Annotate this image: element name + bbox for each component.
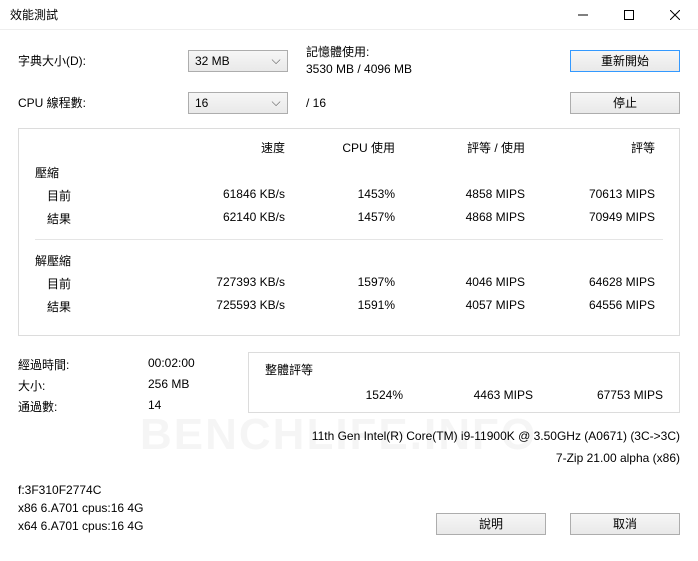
minimize-button[interactable] <box>560 0 606 30</box>
memory-value: 3530 MB / 4096 MB <box>306 61 570 78</box>
size-label: 大小: <box>18 377 148 394</box>
decompress-result-row: 結果 725593 KB/s 1591% 4057 MIPS 64556 MIP… <box>35 298 663 315</box>
stop-button[interactable]: 停止 <box>570 92 680 114</box>
titlebar: 效能測試 <box>0 0 698 30</box>
chevron-down-icon: ⌵ <box>269 53 283 68</box>
sysinfo-line2: x86 6.A701 cpus:16 4G <box>18 499 436 517</box>
cell-speed: 727393 KB/s <box>155 275 285 292</box>
window-title: 效能測試 <box>10 6 560 23</box>
cell-ru: 4057 MIPS <box>395 298 525 315</box>
restart-button[interactable]: 重新開始 <box>570 50 680 72</box>
compress-section-label: 壓縮 <box>35 164 663 181</box>
help-button[interactable]: 說明 <box>436 513 546 535</box>
dict-size-label: 字典大小(D): <box>18 52 188 69</box>
compress-result-row: 結果 62140 KB/s 1457% 4868 MIPS 70949 MIPS <box>35 210 663 227</box>
overall-cpu: 1524% <box>293 388 403 402</box>
cell-rating: 64628 MIPS <box>525 275 655 292</box>
passes-label: 通過數: <box>18 398 148 415</box>
cell-rating: 70949 MIPS <box>525 210 655 227</box>
cell-speed: 725593 KB/s <box>155 298 285 315</box>
cell-cpu: 1597% <box>285 275 395 292</box>
sysinfo-line3: x64 6.A701 cpus:16 4G <box>18 517 436 535</box>
results-panel: 速度 CPU 使用 評等 / 使用 評等 壓縮 目前 61846 KB/s 14… <box>18 128 680 336</box>
cell-speed: 61846 KB/s <box>155 187 285 204</box>
cell-rating: 70613 MIPS <box>525 187 655 204</box>
threads-total: / 16 <box>288 96 408 110</box>
threads-value: 16 <box>195 96 208 110</box>
overall-ru: 4463 MIPS <box>403 388 533 402</box>
cancel-button[interactable]: 取消 <box>570 513 680 535</box>
chevron-down-icon: ⌵ <box>269 95 283 110</box>
header-rating-usage: 評等 / 使用 <box>395 139 525 156</box>
overall-rating: 67753 MIPS <box>533 388 663 402</box>
header-rating: 評等 <box>525 139 655 156</box>
size-value: 256 MB <box>148 377 189 394</box>
cell-cpu: 1591% <box>285 298 395 315</box>
decompress-section-label: 解壓縮 <box>35 252 663 269</box>
cell-cpu: 1457% <box>285 210 395 227</box>
header-speed: 速度 <box>155 139 285 156</box>
cell-ru: 4858 MIPS <box>395 187 525 204</box>
row-label: 目前 <box>35 275 155 292</box>
cell-speed: 62140 KB/s <box>155 210 285 227</box>
compress-current-row: 目前 61846 KB/s 1453% 4858 MIPS 70613 MIPS <box>35 187 663 204</box>
row-label: 結果 <box>35 210 155 227</box>
threads-label: CPU 線程數: <box>18 94 188 111</box>
cell-rating: 64556 MIPS <box>525 298 655 315</box>
memory-label: 記憶體使用: <box>306 44 570 61</box>
watermark: BENCHLIFE.INFO <box>140 410 537 460</box>
header-cpu-usage: CPU 使用 <box>285 139 395 156</box>
dict-size-select[interactable]: 32 MB ⌵ <box>188 50 288 72</box>
cell-cpu: 1453% <box>285 187 395 204</box>
row-label: 目前 <box>35 187 155 204</box>
close-button[interactable] <box>652 0 698 30</box>
overall-panel: 整體評等 1524% 4463 MIPS 67753 MIPS <box>248 352 680 413</box>
divider <box>35 239 663 240</box>
maximize-button[interactable] <box>606 0 652 30</box>
overall-label: 整體評等 <box>265 361 663 378</box>
cell-ru: 4868 MIPS <box>395 210 525 227</box>
row-label: 結果 <box>35 298 155 315</box>
sysinfo-line1: f:3F310F2774C <box>18 481 436 499</box>
elapsed-value: 00:02:00 <box>148 356 195 373</box>
dict-size-value: 32 MB <box>195 54 230 68</box>
cell-ru: 4046 MIPS <box>395 275 525 292</box>
decompress-current-row: 目前 727393 KB/s 1597% 4046 MIPS 64628 MIP… <box>35 275 663 292</box>
threads-select[interactable]: 16 ⌵ <box>188 92 288 114</box>
elapsed-label: 經過時間: <box>18 356 148 373</box>
